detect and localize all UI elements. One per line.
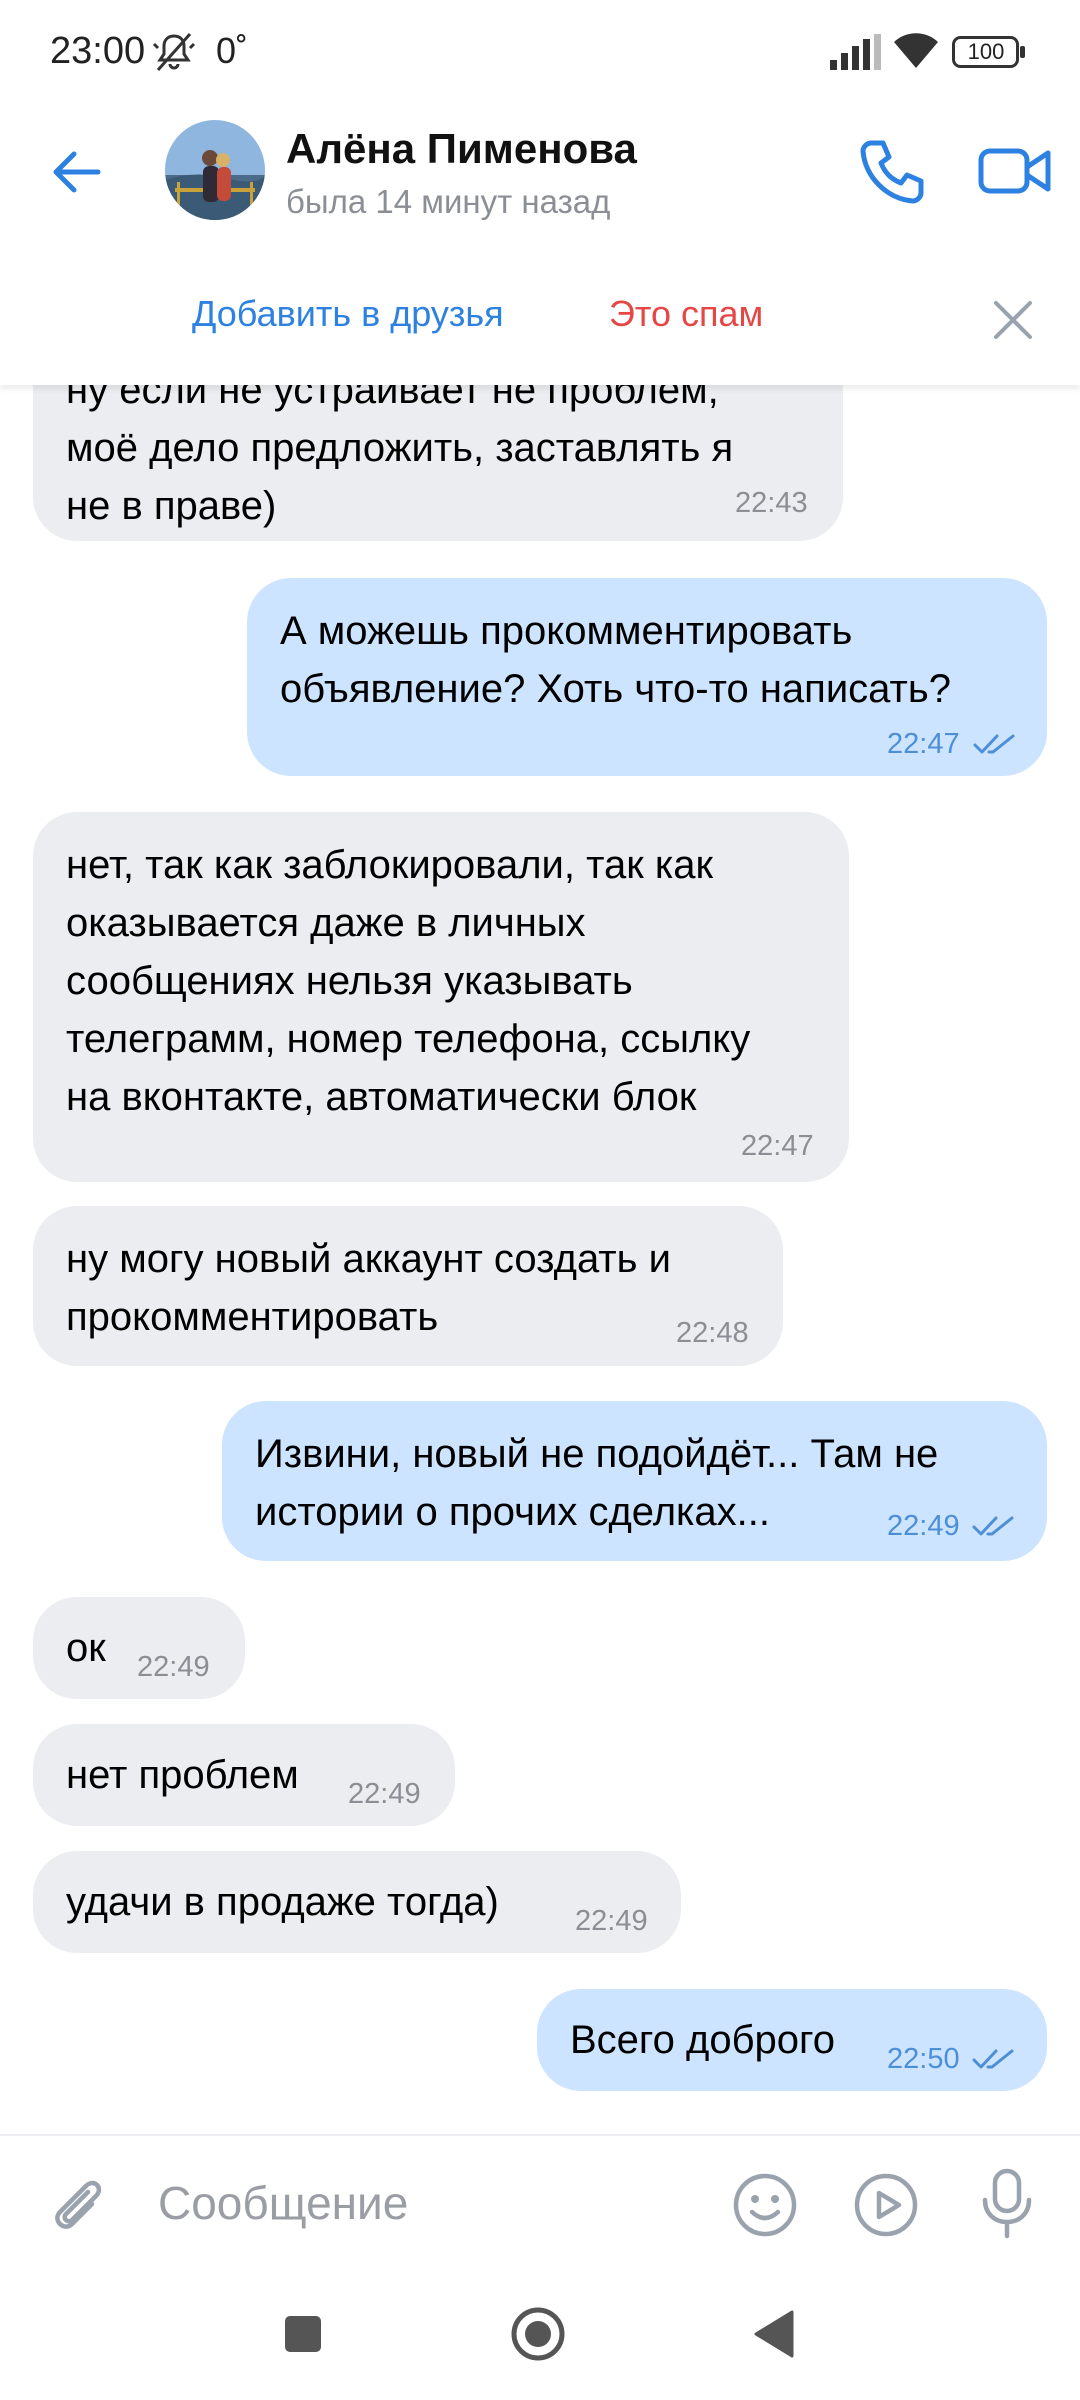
message-incoming[interactable]: нет, так как заблокировали, так как оказ… (33, 812, 849, 1182)
signal-icon (830, 34, 881, 70)
message-incoming[interactable]: ок 22:49 (33, 1597, 245, 1699)
temperature: 0˚ (216, 30, 249, 71)
request-action-bar: Добавить в друзья Это спам (0, 245, 1080, 385)
status-time: 23:00 (50, 30, 146, 72)
avatar-photo (165, 120, 265, 220)
message-incoming[interactable]: ну если не устраивает не проблем, моё де… (33, 385, 843, 541)
back-arrow-icon[interactable] (46, 141, 108, 203)
paperclip-icon[interactable] (44, 2172, 110, 2238)
read-receipt-icon (973, 734, 1015, 754)
video-camera-icon[interactable] (978, 139, 1052, 203)
message-time: 22:49 (887, 1510, 960, 1542)
status-bar: 23:00 0˚ 100 (0, 0, 1080, 105)
system-nav-bar (0, 2266, 1080, 2400)
read-receipt-icon (972, 2049, 1014, 2069)
contact-name[interactable]: Алёна Пименова (286, 125, 637, 173)
message-incoming[interactable]: ну могу новый аккаунт создать и прокомме… (33, 1206, 783, 1366)
message-outgoing[interactable]: Извини, новый не подойдёт... Там не исто… (222, 1401, 1047, 1561)
message-time: 22:48 (676, 1317, 749, 1349)
message-input[interactable] (158, 2166, 698, 2240)
message-time: 22:43 (735, 487, 808, 519)
phone-icon[interactable] (857, 135, 929, 207)
message-time: 22:49 (137, 1651, 210, 1683)
message-text: ну могу новый аккаунт создать и прокомме… (66, 1237, 671, 1339)
battery-level: 100 (967, 39, 1005, 64)
contact-last-seen: была 14 минут назад (286, 183, 611, 220)
message-outgoing[interactable]: А можешь прокомментировать объявление? Х… (247, 578, 1047, 776)
message-time: 22:49 (575, 1905, 648, 1937)
wifi-icon (894, 33, 938, 68)
message-list[interactable]: ну если не устраивает не проблем, моё де… (0, 385, 1080, 2135)
message-incoming[interactable]: нет проблем 22:49 (33, 1724, 455, 1826)
message-time: 22:47 (887, 728, 960, 760)
report-spam-button[interactable]: Это спам (609, 293, 763, 335)
add-friend-button[interactable]: Добавить в друзья (192, 293, 504, 335)
emoji-icon[interactable] (732, 2172, 798, 2238)
message-incoming[interactable]: удачи в продаже тогда) 22:49 (33, 1851, 681, 1953)
read-receipt-icon (972, 1516, 1014, 1536)
message-text: ну если не устраивает не проблем, моё де… (66, 385, 734, 528)
close-icon[interactable] (990, 297, 1036, 343)
home-circle-icon[interactable] (510, 2306, 566, 2362)
avatar[interactable] (165, 120, 265, 220)
message-composer (0, 2136, 1080, 2266)
message-time: 22:50 (887, 2043, 960, 2075)
chat-header: Алёна Пименова была 14 минут назад (0, 105, 1080, 350)
microphone-icon[interactable] (980, 2168, 1034, 2240)
message-time: 22:47 (741, 1130, 814, 1162)
recents-square-icon[interactable] (283, 2314, 323, 2354)
message-text: нет, так как заблокировали, так как оказ… (66, 843, 751, 1119)
message-outgoing[interactable]: Всего доброго 22:50 (537, 1989, 1047, 2091)
video-message-icon[interactable] (853, 2172, 919, 2238)
message-text: удачи в продаже тогда) (66, 1880, 499, 1924)
back-triangle-icon[interactable] (752, 2310, 794, 2358)
message-time: 22:49 (348, 1778, 421, 1810)
message-text: А можешь прокомментировать объявление? Х… (280, 609, 951, 711)
mute-icon (152, 33, 196, 71)
